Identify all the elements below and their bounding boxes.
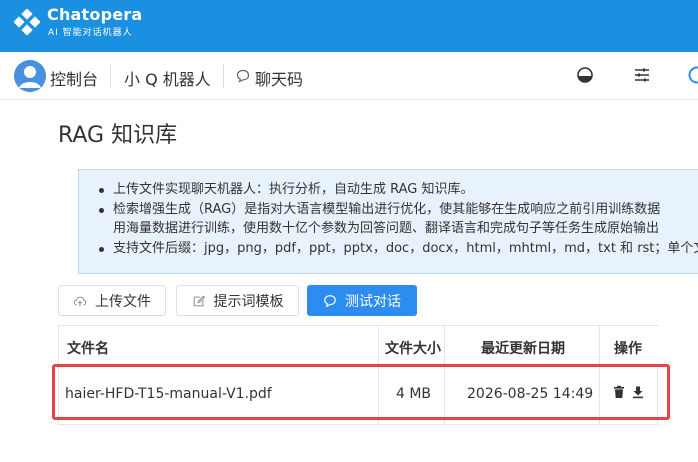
info-list: 上传文件实现聊天机器人：执行分析，自动生成 RAG 知识库。 检索增强生成（RA… bbox=[99, 180, 698, 258]
header-filename: 文件名 bbox=[67, 341, 109, 357]
brand-subtitle: AI 智能对话机器人 bbox=[48, 28, 133, 38]
header-updated: 最近更新日期 bbox=[481, 341, 565, 357]
nav-divider bbox=[110, 64, 111, 88]
theme-toggle-icon[interactable] bbox=[576, 66, 594, 84]
upload-file-button[interactable]: 上传文件 bbox=[58, 285, 166, 316]
top-nav: 控制台 小 Q 机器人 聊天码 bbox=[0, 52, 698, 100]
brand-name: Chatopera bbox=[47, 5, 143, 24]
test-chat-label: 测试对话 bbox=[345, 293, 401, 310]
header-actions: 操作 bbox=[614, 341, 642, 357]
info-item: 支持文件后缀：jpg，png，pdf，ppt，pptx，doc，docx，htm… bbox=[99, 239, 698, 259]
nav-chat-code[interactable]: 聊天码 bbox=[255, 66, 303, 90]
prompt-template-label: 提示词模板 bbox=[213, 293, 284, 310]
chat-bubble-icon bbox=[324, 294, 336, 307]
prompt-template-button[interactable]: 提示词模板 bbox=[176, 285, 299, 316]
page-title: RAG 知识库 bbox=[58, 123, 178, 148]
settings-sliders-icon[interactable] bbox=[633, 66, 651, 84]
nav-divider bbox=[223, 64, 224, 88]
cloud-upload-icon bbox=[73, 296, 87, 306]
info-item-continued: 用海量数据进行训练，使用数十亿个参数为回答问题、翻译语言和完成句子等任务生成原始… bbox=[113, 221, 660, 236]
edit-icon bbox=[193, 295, 205, 306]
info-item: 上传文件实现聊天机器人：执行分析，自动生成 RAG 知识库。 bbox=[99, 180, 698, 200]
user-avatar-icon bbox=[14, 60, 46, 92]
account-circle-icon[interactable] bbox=[688, 66, 698, 84]
brand-bar: Chatopera AI 智能对话机器人 bbox=[0, 0, 698, 52]
info-box: 上传文件实现聊天机器人：执行分析，自动生成 RAG 知识库。 检索增强生成（RA… bbox=[78, 169, 698, 274]
avatar[interactable] bbox=[14, 60, 46, 92]
nav-bot[interactable]: 小 Q 机器人 bbox=[124, 66, 211, 90]
chatopera-logo-icon bbox=[14, 9, 40, 35]
table-header: 文件名 文件大小 最近更新日期 操作 bbox=[59, 325, 659, 367]
upload-file-label: 上传文件 bbox=[95, 293, 151, 310]
test-chat-button[interactable]: 测试对话 bbox=[307, 285, 417, 316]
info-item: 检索增强生成（RAG）是指对大语言模型输出进行优化，使其能够在生成响应之前引用训… bbox=[99, 200, 698, 220]
row-highlight-box bbox=[52, 364, 670, 420]
header-filesize: 文件大小 bbox=[385, 341, 441, 357]
nav-console[interactable]: 控制台 bbox=[50, 66, 98, 90]
chat-bubble-icon bbox=[236, 69, 250, 83]
